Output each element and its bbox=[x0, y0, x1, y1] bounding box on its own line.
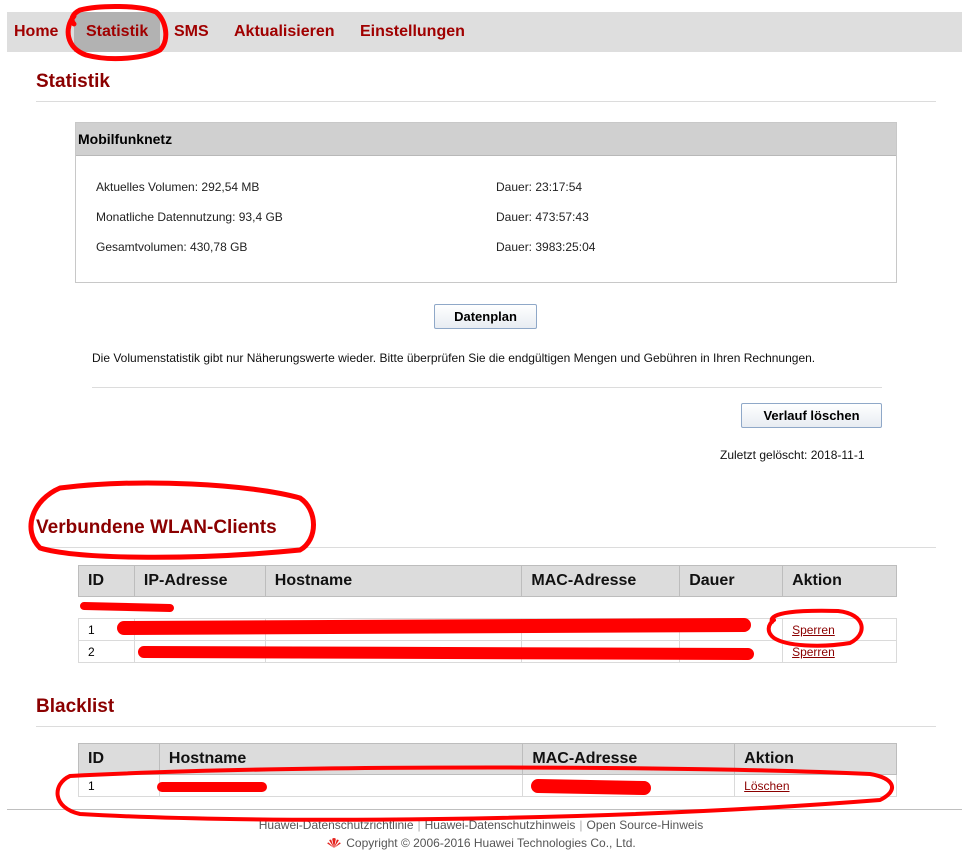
wlan-clients-title: Verbundene WLAN-Clients bbox=[36, 517, 277, 538]
cell-mac bbox=[522, 774, 736, 797]
page-title: Statistik bbox=[36, 71, 110, 92]
cell-action: Sperren bbox=[782, 618, 897, 641]
nav-aktualisieren[interactable]: Aktualisieren bbox=[234, 12, 334, 52]
monthly-duration: Dauer: 473:57:43 bbox=[496, 210, 589, 224]
block-link[interactable]: Sperren bbox=[792, 645, 835, 659]
privacy-notice-link[interactable]: Huawei-Datenschutzhinweis bbox=[425, 818, 576, 832]
cell-id: 1 bbox=[78, 618, 135, 641]
huawei-logo-icon bbox=[327, 838, 342, 848]
nav-statistik[interactable]: Statistik bbox=[74, 12, 161, 52]
nav-sms[interactable]: SMS bbox=[174, 12, 209, 52]
cell-duration bbox=[679, 618, 784, 641]
cell-mac bbox=[521, 618, 681, 641]
block-link[interactable]: Sperren bbox=[792, 623, 835, 637]
clear-history-button[interactable]: Verlauf löschen bbox=[741, 403, 882, 428]
footer-links: Huawei-Datenschutzrichtlinie | Huawei-Date… bbox=[258, 818, 704, 832]
footer-divider bbox=[7, 809, 962, 810]
col-mac: MAC-Adresse bbox=[522, 743, 736, 775]
table-row: 1 Löschen bbox=[78, 774, 897, 797]
cell-mac bbox=[521, 640, 681, 663]
blacklist-table: ID Hostname MAC-Adresse Aktion 1 Löschen bbox=[78, 743, 897, 797]
col-duration: Dauer bbox=[679, 565, 784, 597]
table-spacer-row bbox=[78, 596, 897, 619]
cell-duration bbox=[679, 640, 784, 663]
volume-disclaimer: Die Volumenstatistik gibt nur Näherungsw… bbox=[92, 351, 816, 365]
col-mac: MAC-Adresse bbox=[521, 565, 681, 597]
col-id: ID bbox=[78, 565, 135, 597]
col-ip: IP-Adresse bbox=[133, 565, 266, 597]
blacklist-title-divider bbox=[36, 726, 936, 727]
cell-action: Löschen bbox=[734, 774, 897, 797]
total-duration: Dauer: 3983:25:04 bbox=[496, 240, 596, 254]
cell-id: 1 bbox=[78, 774, 160, 797]
nav-einstellungen[interactable]: Einstellungen bbox=[360, 12, 465, 52]
open-source-link[interactable]: Open Source-Hinweis bbox=[587, 818, 704, 832]
cell-action: Sperren bbox=[782, 640, 897, 663]
current-duration: Dauer: 23:17:54 bbox=[496, 180, 583, 194]
privacy-policy-link[interactable]: Huawei-Datenschutzrichtlinie bbox=[259, 818, 414, 832]
cell-ip bbox=[133, 640, 266, 663]
wlan-clients-table: ID IP-Adresse Hostname MAC-Adresse Dauer… bbox=[78, 565, 897, 663]
table-header-row: ID IP-Adresse Hostname MAC-Adresse Dauer… bbox=[78, 565, 897, 597]
col-action: Aktion bbox=[782, 565, 897, 597]
mobile-network-panel: Mobilfunknetz Aktuelles Volumen: 292,54 … bbox=[75, 122, 897, 283]
main-nav: Home Statistik SMS Aktualisieren Einstel… bbox=[7, 12, 962, 52]
table-row: 2 Sperren bbox=[78, 640, 897, 663]
monthly-usage: Monatliche Datennutzung: 93,4 GB bbox=[96, 210, 283, 224]
table-row: 1 Sperren bbox=[78, 618, 897, 641]
panel-title: Mobilfunknetz bbox=[76, 123, 896, 156]
table-header-row: ID Hostname MAC-Adresse Aktion bbox=[78, 743, 897, 775]
title-divider bbox=[36, 101, 936, 102]
cell-hostname bbox=[158, 774, 524, 797]
copyright-text: Copyright © 2006-2016 Huawei Technologie… bbox=[346, 836, 636, 850]
data-plan-button[interactable]: Datenplan bbox=[434, 304, 537, 329]
col-hostname: Hostname bbox=[158, 743, 524, 775]
col-id: ID bbox=[78, 743, 160, 775]
cell-ip bbox=[133, 618, 266, 641]
cell-hostname bbox=[264, 618, 523, 641]
col-hostname: Hostname bbox=[264, 565, 523, 597]
last-cleared-label: Zuletzt gelöscht: 2018-11-1 bbox=[720, 448, 865, 462]
disclaimer-divider bbox=[92, 387, 882, 388]
blacklist-title: Blacklist bbox=[36, 696, 115, 717]
cell-id: 2 bbox=[78, 640, 135, 663]
cell-hostname bbox=[264, 640, 523, 663]
current-volume: Aktuelles Volumen: 292,54 MB bbox=[96, 180, 260, 194]
total-volume: Gesamtvolumen: 430,78 GB bbox=[96, 240, 248, 254]
wlan-title-divider bbox=[36, 547, 936, 548]
col-action: Aktion bbox=[734, 743, 897, 775]
nav-home[interactable]: Home bbox=[14, 12, 58, 52]
delete-link[interactable]: Löschen bbox=[744, 779, 789, 793]
copyright: Copyright © 2006-2016 Huawei Technologie… bbox=[0, 836, 962, 850]
